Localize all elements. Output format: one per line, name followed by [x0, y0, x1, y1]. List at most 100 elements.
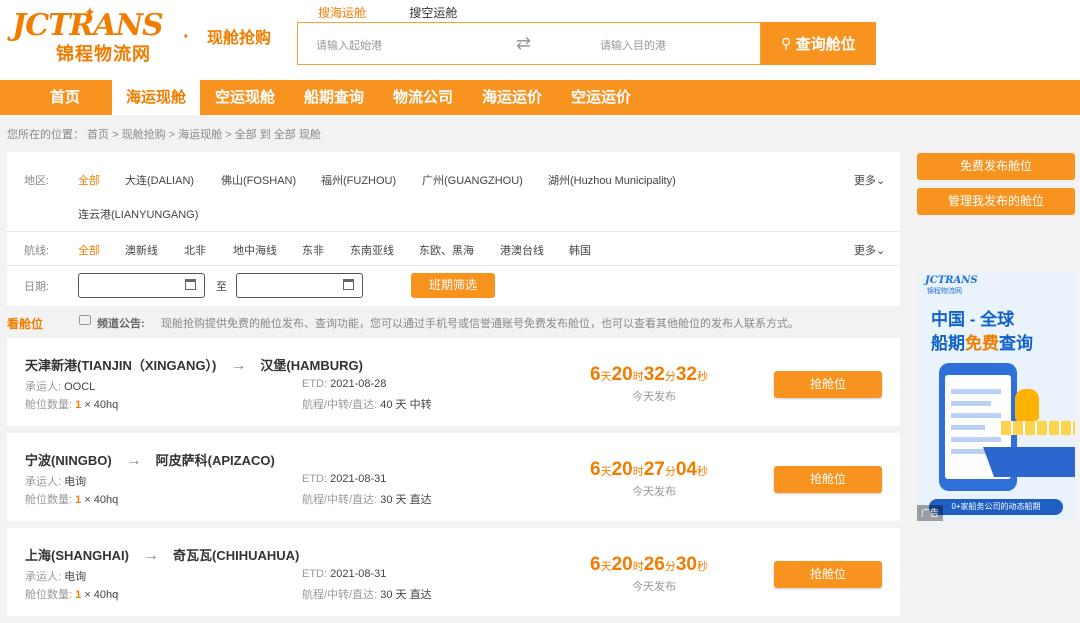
quantity-info: 舱位数量: 1 × 40hq — [25, 589, 119, 601]
see-cabins-label: 看舱位 — [7, 317, 44, 331]
nav-home[interactable]: 首页 — [30, 80, 100, 115]
divider — [7, 265, 900, 266]
posted-time: 今天发布 — [632, 391, 676, 403]
person-illustration-icon — [1015, 389, 1039, 421]
voyage-info: 航程/中转/直达: 30 天 直达 — [302, 589, 432, 601]
countdown-timer: 6天20时26分30秒 — [590, 554, 708, 575]
nav-air-cabin[interactable]: 空运现舱 — [205, 80, 285, 115]
origin-port: 宁波(NINGBO) — [25, 453, 112, 468]
swap-icon[interactable]: ⇄ — [516, 33, 531, 54]
route-option[interactable]: 全部 — [78, 242, 100, 258]
carrier-value: 电询 — [64, 571, 87, 583]
nav-schedule[interactable]: 船期查询 — [294, 80, 374, 115]
date-label: 日期: — [24, 281, 50, 293]
carrier-value: OOCL — [64, 381, 96, 393]
nav-air-rates[interactable]: 空运运价 — [561, 80, 641, 115]
arrow-right-icon: → — [143, 547, 159, 564]
logo-subtext: 锦程物流网 — [56, 44, 151, 65]
tab-sea-cabin[interactable]: 搜海运舱 — [318, 6, 366, 20]
route: 宁波(NINGBO) → 阿皮萨科(APIZACO) — [25, 450, 275, 470]
carrier-info: 承运人: 电询 — [25, 571, 87, 583]
destination-port: 阿皮萨科(APIZACO) — [155, 453, 275, 468]
route-option[interactable]: 港澳台线 — [500, 242, 544, 258]
ad-headline: 中国 - 全球 — [931, 310, 1015, 329]
end-date-input[interactable] — [236, 273, 363, 298]
route-option[interactable]: 东欧、黑海 — [419, 242, 474, 258]
arrow-right-icon: → — [125, 452, 142, 469]
posted-time: 今天发布 — [632, 486, 676, 498]
ad-tag: 广告 — [917, 505, 943, 521]
route-option[interactable]: 韩国 — [569, 242, 591, 258]
voyage-info: 航程/中转/直达: 40 天 中转 — [302, 399, 432, 411]
site-logo[interactable]: JCTRANS ✦ 锦程物流网 — [12, 4, 170, 65]
countdown-timer: 6天20时32分32秒 — [590, 364, 708, 385]
route-option[interactable]: 澳新线 — [125, 242, 158, 258]
region-option[interactable]: 福州(FUZHOU) — [321, 172, 396, 188]
chevron-down-icon: ⌄ — [876, 245, 886, 257]
region-option[interactable]: 湖州(Huzhou Municipality) — [548, 172, 676, 188]
nav-sea-rates[interactable]: 海运运价 — [472, 80, 552, 115]
carrier-info: 承运人: OOCL — [25, 381, 96, 393]
route-option[interactable]: 东非 — [302, 242, 324, 258]
cabin-listing: 宁波(NINGBO) → 阿皮萨科(APIZACO) 承运人: 电询 舱位数量: 1… — [7, 433, 900, 521]
destination-port: 汉堡(HAMBURG) — [260, 358, 363, 373]
region-option[interactable]: 连云港(LIANYUNGANG) — [78, 206, 198, 222]
manage-cabins-button[interactable]: 管理我发布的舱位 — [917, 188, 1075, 215]
grab-cabin-button[interactable]: 抢舱位 — [774, 466, 882, 493]
search-button[interactable]: ⚲ 查询舱位 — [761, 22, 876, 65]
search-tabs: 搜海运舱 搜空运舱 — [318, 4, 497, 21]
etd-info: ETD: 2021-08-28 — [302, 378, 387, 390]
calendar-icon — [343, 279, 354, 290]
chevron-down-icon: ⌄ — [876, 175, 886, 187]
etd-info: ETD: 2021-08-31 — [302, 568, 387, 580]
region-option[interactable]: 佛山(FOSHAN) — [221, 172, 296, 188]
title-separator: · — [183, 26, 190, 48]
region-option[interactable]: 大连(DALIAN) — [125, 172, 194, 188]
carrier-value: 电询 — [64, 476, 87, 488]
ad-brand: JCTRANS — [925, 275, 978, 286]
nav-sea-cabin[interactable]: 海运现舱 — [112, 80, 200, 115]
port-search-box: 请输入起始港 ⇄ 请输入目的港 — [297, 22, 761, 65]
etd-info: ETD: 2021-08-31 — [302, 473, 387, 485]
route-more-button[interactable]: 更多⌄ — [854, 242, 885, 258]
route-option[interactable]: 地中海线 — [233, 242, 277, 258]
filter-panel: 地区: 全部 大连(DALIAN) 佛山(FOSHAN) 福州(FUZHOU) … — [7, 152, 900, 306]
route-option[interactable]: 北非 — [184, 242, 206, 258]
region-option[interactable]: 广州(GUANGZHOU) — [422, 172, 523, 188]
section-title: 现舱抢购 — [207, 30, 272, 47]
nav-companies[interactable]: 物流公司 — [383, 80, 463, 115]
arrow-right-icon: → — [230, 357, 247, 374]
announcement-text: 现舱抢购提供免费的舱位发布、查询功能，您可以通过手机号或信誉通账号免费发布舱位，… — [161, 318, 799, 330]
destination-port-input[interactable]: 请输入目的港 — [600, 37, 666, 53]
breadcrumb: 您所在的位置： 首页 > 现舱抢购 > 海运现舱 > 全部 到 全部 现舱 — [7, 129, 321, 141]
region-label: 地区: — [24, 175, 50, 187]
tab-air-cabin[interactable]: 搜空运舱 — [409, 6, 457, 20]
schedule-filter-button[interactable]: 班期筛选 — [411, 273, 495, 298]
logo-star-icon: ✦ — [84, 4, 96, 20]
route-label: 航线: — [24, 245, 50, 257]
site-header: JCTRANS ✦ 锦程物流网 · 现舱抢购 搜海运舱 搜空运舱 请输入起始港 … — [0, 0, 1080, 80]
route-option[interactable]: 东南亚线 — [350, 242, 394, 258]
origin-port: 天津新港(TIANJIN（XINGANG）) — [25, 358, 217, 373]
announcement-label: 频道公告: — [97, 318, 145, 330]
main-nav: 首页 海运现舱 空运现舱 船期查询 物流公司 海运运价 空运运价 — [0, 80, 1080, 115]
grab-cabin-button[interactable]: 抢舱位 — [774, 561, 882, 588]
calendar-icon — [185, 279, 196, 290]
cabin-listing: 天津新港(TIANJIN（XINGANG）) → 汉堡(HAMBURG) 承运人: … — [7, 338, 900, 426]
origin-port: 上海(SHANGHAI) — [25, 548, 129, 563]
quantity-info: 舱位数量: 1 × 40hq — [25, 494, 119, 506]
region-option[interactable]: 全部 — [78, 172, 100, 188]
advertisement-banner[interactable]: JCTRANS 锦程物流网 中国 - 全球 船期免费查询 0+家船务公司的动态船… — [917, 271, 1075, 521]
grab-cabin-button[interactable]: 抢舱位 — [774, 371, 882, 398]
route: 天津新港(TIANJIN（XINGANG）) → 汉堡(HAMBURG) — [25, 355, 363, 375]
publish-cabin-button[interactable]: 免费发布舱位 — [917, 153, 1075, 180]
start-date-input[interactable] — [78, 273, 205, 298]
origin-port-input[interactable]: 请输入起始港 — [316, 37, 382, 53]
destination-port: 奇瓦瓦(CHIHUAHUA) — [173, 548, 300, 563]
voyage-info: 航程/中转/直达: 30 天 直达 — [302, 494, 432, 506]
posted-time: 今天发布 — [632, 581, 676, 593]
message-icon — [79, 315, 91, 325]
ad-caption: 0+家船务公司的动态船期 — [929, 499, 1063, 515]
region-more-button[interactable]: 更多⌄ — [854, 172, 885, 188]
search-icon: ⚲ — [781, 35, 792, 51]
